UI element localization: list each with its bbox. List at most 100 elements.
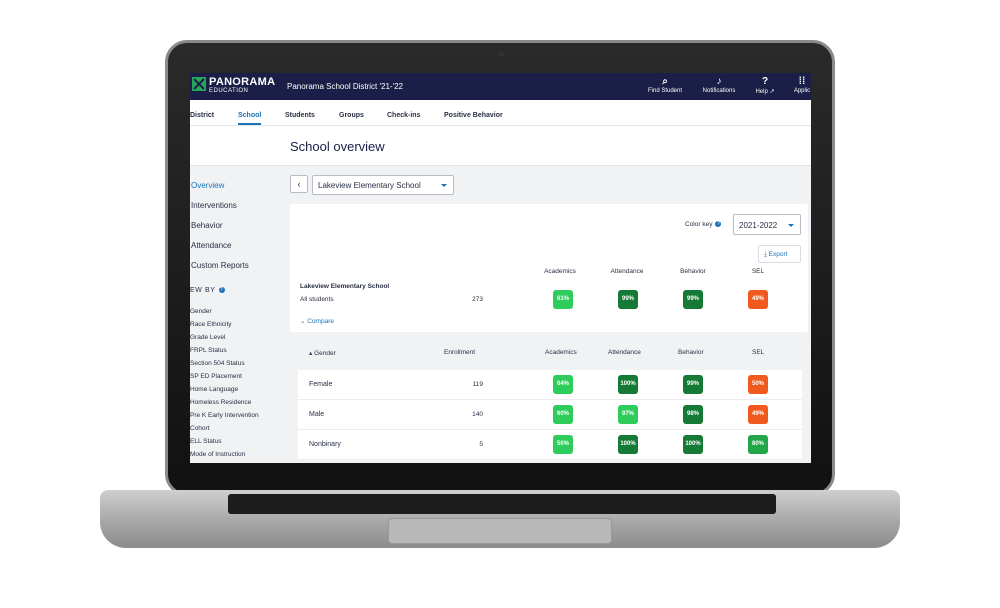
top-navbar: PANORAMA EDUCATION Panorama School Distr…	[190, 73, 811, 100]
academics-header[interactable]: Academics	[545, 349, 577, 356]
table-row[interactable]: Female 119 64% 100% 99% 50%	[298, 370, 802, 400]
filter-homeless-residence[interactable]: Homeless Residence	[190, 399, 251, 406]
filter-frpl-status[interactable]: FRPL Status	[190, 347, 227, 354]
applications-label: Applic	[793, 88, 811, 94]
all-students-label: All students	[300, 296, 334, 303]
school-name: Lakeview Elementary School	[300, 283, 390, 290]
compare-toggle[interactable]: ⌄ Compare	[300, 317, 334, 325]
filter-race-ethnicity[interactable]: Race Ethnicity	[190, 321, 232, 328]
col-academics: Academics	[544, 268, 576, 275]
filter-mode-of-instruction[interactable]: Mode of Instruction	[190, 451, 245, 458]
webcam	[499, 52, 504, 57]
touchpad	[388, 518, 612, 544]
row-label: Female	[309, 381, 333, 388]
sidebar-item-custom-reports[interactable]: Custom Reports	[191, 261, 249, 270]
chevron-down-icon	[788, 224, 794, 227]
help-button[interactable]: ? Help ↗	[750, 76, 780, 95]
color-key[interactable]: Color key?	[685, 221, 722, 228]
section-tabs: District School Students Groups Check-in…	[190, 100, 811, 126]
table-header: ▴ Gender Enrollment Academics Attendance…	[298, 349, 808, 367]
score-sel[interactable]: 49%	[748, 290, 768, 309]
export-button[interactable]: ⤓ Export	[758, 245, 801, 263]
apps-grid-icon: ⁞⁞	[798, 76, 806, 87]
score-sel[interactable]: 49%	[748, 405, 768, 424]
search-icon: ⌕	[662, 76, 668, 87]
table-row[interactable]: Nonbinary 5 50% 100% 100% 80%	[298, 430, 802, 460]
sidebar-item-attendance[interactable]: Attendance	[191, 241, 231, 250]
row-label: Nonbinary	[309, 441, 341, 448]
score-attendance[interactable]: 99%	[618, 290, 638, 309]
district-label: Panorama School District '21-'22	[287, 82, 403, 91]
school-dropdown[interactable]: Lakeview Elementary School	[312, 175, 454, 195]
tab-district[interactable]: District	[190, 112, 214, 119]
view-by-label: EW BY	[190, 287, 216, 294]
filter-home-language[interactable]: Home Language	[190, 386, 238, 393]
score-attendance[interactable]: 100%	[618, 375, 638, 394]
notifications-button[interactable]: ♪ Notifications	[698, 76, 740, 94]
filter-ell-status[interactable]: ELL Status	[190, 438, 222, 445]
year-dropdown[interactable]: 2021-2022	[733, 214, 801, 235]
attendance-header[interactable]: Attendance	[608, 349, 641, 356]
score-academics[interactable]: 50%	[553, 435, 573, 454]
back-button[interactable]: ‹	[290, 175, 308, 193]
logo-subtext: EDUCATION	[209, 88, 249, 94]
col-sel: SEL	[751, 268, 765, 275]
keyboard	[228, 494, 776, 514]
score-attendance[interactable]: 100%	[618, 435, 638, 454]
find-student-button[interactable]: ⌕ Find Student	[645, 76, 685, 94]
screen: PANORAMA EDUCATION Panorama School Distr…	[190, 73, 811, 463]
chevron-down-icon	[441, 184, 447, 187]
filter-gender[interactable]: Gender	[190, 308, 212, 315]
enrollment-header[interactable]: Enrollment	[444, 349, 475, 356]
sel-header[interactable]: SEL	[752, 349, 764, 356]
score-behavior[interactable]: 98%	[683, 405, 703, 424]
panorama-logo-icon[interactable]	[192, 77, 206, 91]
filter-sped-placement[interactable]: SP ED Placement	[190, 373, 242, 380]
score-behavior[interactable]: 99%	[683, 375, 703, 394]
applications-button[interactable]: ⁞⁞ Applic	[790, 76, 811, 94]
filter-cohort[interactable]: Cohort	[190, 425, 210, 432]
table-row[interactable]: Male 140 60% 97% 98% 49%	[298, 400, 802, 430]
page-title: School overview	[290, 139, 385, 154]
tab-check-ins[interactable]: Check-ins	[387, 112, 420, 119]
help-icon: ?	[761, 76, 769, 87]
row-enrollment: 5	[479, 441, 483, 448]
school-summary-card: Color key? 2021-2022 ⤓ Export Academics …	[290, 204, 808, 332]
sidebar-item-interventions[interactable]: Interventions	[191, 201, 237, 210]
score-sel[interactable]: 50%	[748, 375, 768, 394]
col-attendance: Attendance	[610, 268, 644, 275]
row-enrollment: 140	[472, 411, 483, 418]
filter-section-504[interactable]: Section 504 Status	[190, 360, 245, 367]
bell-icon: ♪	[716, 76, 722, 87]
year-dropdown-value: 2021-2022	[739, 221, 778, 230]
filter-grade-level[interactable]: Grade Level	[190, 334, 225, 341]
chevron-left-icon: ‹	[297, 179, 301, 189]
row-enrollment: 119	[472, 381, 483, 388]
gender-sort-header[interactable]: ▴ Gender	[309, 349, 336, 357]
sidebar: Overview Interventions Behavior Attendan…	[190, 166, 282, 463]
help-icon[interactable]: ?	[218, 287, 225, 294]
score-behavior[interactable]: 100%	[683, 435, 703, 454]
find-student-label: Find Student	[647, 88, 683, 94]
row-label: Male	[309, 411, 325, 418]
score-academics[interactable]: 61%	[553, 290, 573, 309]
behavior-header[interactable]: Behavior	[678, 349, 704, 356]
col-behavior: Behavior	[680, 268, 706, 275]
score-behavior[interactable]: 99%	[683, 290, 703, 309]
score-sel[interactable]: 80%	[748, 435, 768, 454]
score-academics[interactable]: 64%	[553, 375, 573, 394]
filter-pre-k[interactable]: Pre K Early Intervention	[190, 412, 259, 419]
score-attendance[interactable]: 97%	[618, 405, 638, 424]
sidebar-item-overview[interactable]: Overview	[191, 181, 224, 190]
help-icon: ?	[715, 221, 722, 228]
color-key-label: Color key	[685, 221, 713, 228]
score-academics[interactable]: 60%	[553, 405, 573, 424]
school-enrollment: 273	[472, 296, 483, 303]
tab-groups[interactable]: Groups	[339, 112, 364, 119]
logo-text[interactable]: PANORAMA	[209, 76, 275, 88]
tab-positive-behavior[interactable]: Positive Behavior	[444, 112, 503, 119]
tab-school[interactable]: School	[238, 112, 262, 125]
sidebar-item-behavior[interactable]: Behavior	[191, 221, 223, 230]
tab-students[interactable]: Students	[285, 112, 315, 119]
page-header: School overview	[190, 126, 811, 166]
